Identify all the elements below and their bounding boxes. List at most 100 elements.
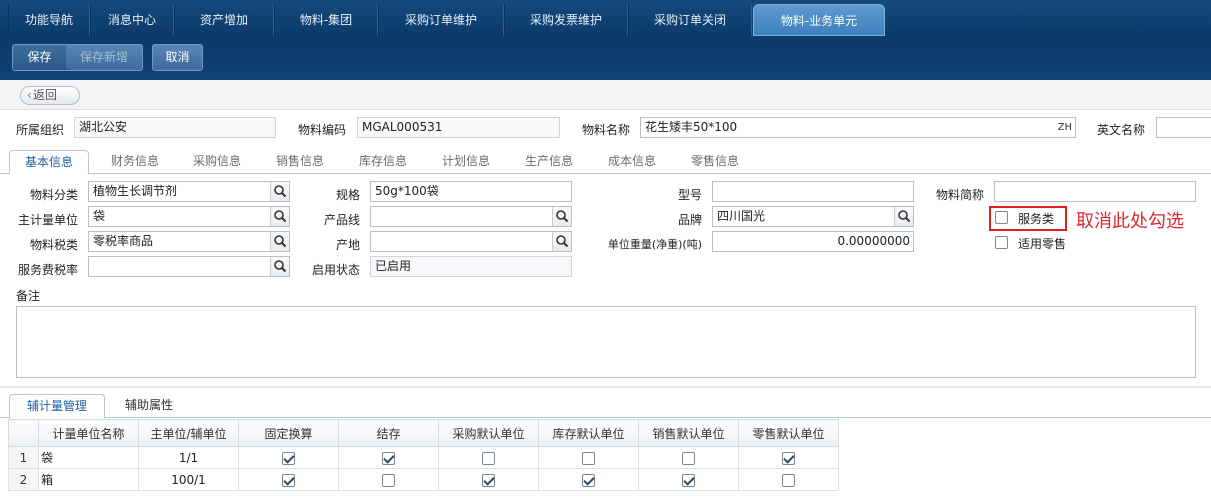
- model-field[interactable]: [712, 181, 914, 202]
- column-header[interactable]: 零售默认单位: [738, 419, 839, 447]
- cancel-button-group: 取消: [152, 44, 203, 71]
- tab-finance-info[interactable]: 财务信息: [97, 150, 173, 174]
- retail-default-cell: [738, 446, 839, 469]
- brand-label: 品牌: [677, 213, 702, 227]
- tab-asset-add[interactable]: 资产增加: [174, 4, 274, 36]
- column-header[interactable]: 销售默认单位: [638, 419, 739, 447]
- inventory-default-checkbox[interactable]: [582, 473, 595, 487]
- balance-checkbox[interactable]: [382, 473, 395, 487]
- tab-purchase-info[interactable]: 采购信息: [179, 150, 255, 174]
- fixed-conversion-checkbox[interactable]: [282, 451, 295, 465]
- balance-checkbox[interactable]: [382, 451, 395, 465]
- origin-label: 产地: [335, 238, 360, 252]
- retail-default-checkbox[interactable]: [782, 451, 795, 465]
- table-row[interactable]: 2 箱 100/1: [8, 468, 839, 491]
- column-header[interactable]: 计量单位名称: [38, 419, 139, 447]
- purchase-default-checkbox[interactable]: [482, 451, 495, 465]
- name-field[interactable]: 花生矮丰50*100 ZH: [640, 117, 1076, 138]
- sales-default-checkbox[interactable]: [682, 451, 695, 465]
- tab-basic-info[interactable]: 基本信息: [9, 150, 89, 175]
- tab-material-bu[interactable]: 物料-业务单元: [753, 4, 885, 36]
- language-tag[interactable]: ZH: [1058, 118, 1072, 137]
- code-field[interactable]: MGAL000531: [357, 117, 560, 138]
- status-label: 启用状态: [311, 263, 360, 277]
- unit-weight-field[interactable]: 0.00000000: [712, 231, 914, 252]
- service-fee-tax-label: 服务费税率: [17, 263, 78, 277]
- main-unit-field[interactable]: 袋: [88, 206, 290, 227]
- retail-default-cell: [738, 468, 839, 491]
- org-field[interactable]: 湖北公安: [74, 117, 276, 138]
- category-field[interactable]: 植物生长调节剂: [88, 181, 290, 202]
- category-label: 物料分类: [29, 188, 78, 202]
- tab-cost-info[interactable]: 成本信息: [594, 150, 670, 174]
- search-icon[interactable]: [894, 207, 913, 226]
- fixed-conversion-checkbox[interactable]: [282, 473, 295, 487]
- column-header[interactable]: 固定换算: [238, 419, 339, 447]
- search-icon[interactable]: [552, 232, 571, 251]
- balance-cell: [338, 446, 439, 469]
- product-line-field[interactable]: [370, 206, 572, 227]
- form-tabs: 基本信息 财务信息 采购信息 销售信息 库存信息 计划信息 生产信息 成本信息 …: [0, 148, 1211, 175]
- tab-production-info[interactable]: 生产信息: [511, 150, 587, 174]
- origin-field[interactable]: [370, 231, 572, 252]
- back-label: 返回: [33, 88, 58, 102]
- english-name-field[interactable]: [1156, 117, 1211, 138]
- tab-plan-info[interactable]: 计划信息: [428, 150, 504, 174]
- notes-textarea[interactable]: [16, 306, 1196, 378]
- spec-label: 规格: [335, 188, 360, 202]
- english-name-label: 英文名称: [1097, 123, 1146, 137]
- code-label: 物料编码: [298, 123, 347, 137]
- save-new-button[interactable]: 保存新增: [66, 45, 142, 70]
- notes-label: 备注: [16, 289, 41, 303]
- save-button[interactable]: 保存: [13, 45, 66, 70]
- sales-default-checkbox[interactable]: [682, 473, 695, 487]
- main-unit-value: 袋: [93, 209, 106, 223]
- row-number: 2: [8, 468, 39, 491]
- tab-po-close[interactable]: 采购订单关闭: [628, 4, 752, 36]
- chevron-left-icon: ‹: [27, 88, 32, 102]
- purchase-default-checkbox[interactable]: [482, 473, 495, 487]
- column-header[interactable]: 结存: [338, 419, 439, 447]
- search-icon[interactable]: [552, 207, 571, 226]
- search-icon[interactable]: [270, 232, 289, 251]
- annotation-text: 取消此处勾选: [1076, 211, 1184, 232]
- tab-invoice-maintain[interactable]: 采购发票维护: [504, 4, 628, 36]
- retail-label: 适用零售: [1018, 237, 1067, 251]
- brand-field[interactable]: 四川国光: [712, 206, 914, 227]
- column-header[interactable]: 主单位/辅单位: [138, 419, 239, 447]
- ratio-cell[interactable]: 1/1: [138, 446, 239, 469]
- tab-sales-info[interactable]: 销售信息: [262, 150, 338, 174]
- tax-class-field[interactable]: 零税率商品: [88, 231, 290, 252]
- search-icon[interactable]: [270, 182, 289, 201]
- inventory-default-checkbox[interactable]: [582, 451, 595, 465]
- retail-checkbox[interactable]: [995, 236, 1008, 249]
- search-icon[interactable]: [270, 207, 289, 226]
- ratio-cell[interactable]: 100/1: [138, 468, 239, 491]
- save-button-group: 保存 保存新增: [12, 44, 143, 71]
- sales-default-cell: [638, 468, 739, 491]
- tab-retail-info[interactable]: 零售信息: [677, 150, 753, 174]
- tab-aux-unit[interactable]: 辅计量管理: [9, 394, 105, 419]
- name-label: 物料名称: [582, 123, 631, 137]
- service-fee-tax-field[interactable]: [88, 256, 290, 277]
- tab-function-nav[interactable]: 功能导航: [8, 4, 90, 36]
- search-icon[interactable]: [270, 257, 289, 276]
- tab-inventory-info[interactable]: 库存信息: [345, 150, 421, 174]
- column-header[interactable]: 采购默认单位: [438, 419, 539, 447]
- spec-field[interactable]: 50g*100袋: [370, 181, 572, 202]
- unit-name-cell[interactable]: 袋: [38, 446, 139, 469]
- tax-class-label: 物料税类: [29, 238, 78, 252]
- tab-po-maintain[interactable]: 采购订单维护: [378, 4, 504, 36]
- unit-name-cell[interactable]: 箱: [38, 468, 139, 491]
- back-button[interactable]: ‹ 返回: [20, 86, 80, 105]
- tab-message-center[interactable]: 消息中心: [90, 4, 174, 36]
- column-header[interactable]: 库存默认单位: [538, 419, 639, 447]
- inventory-default-cell: [538, 446, 639, 469]
- tab-aux-attr[interactable]: 辅助属性: [110, 394, 188, 418]
- retail-default-checkbox[interactable]: [782, 473, 795, 487]
- cancel-button[interactable]: 取消: [153, 45, 202, 70]
- table-row[interactable]: 1 袋 1/1: [8, 446, 839, 469]
- purchase-default-cell: [438, 468, 539, 491]
- tab-material-group[interactable]: 物料-集团: [274, 4, 378, 36]
- short-name-field[interactable]: [994, 181, 1196, 202]
